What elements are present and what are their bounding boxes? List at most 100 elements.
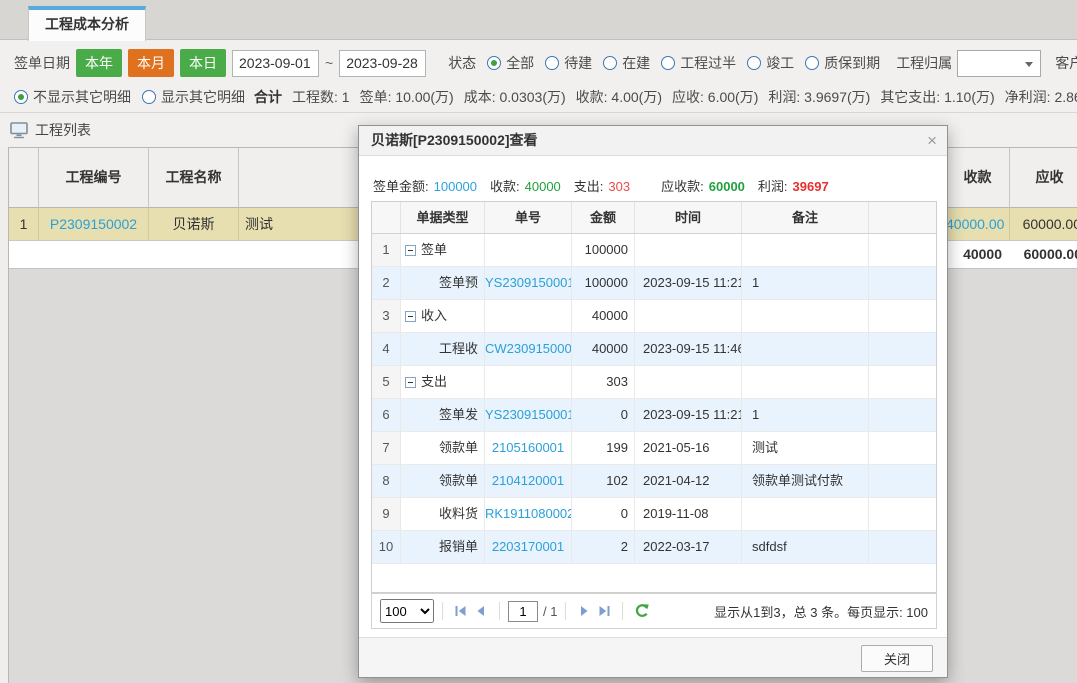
doc-number-link[interactable]: CW2309150001 bbox=[485, 333, 572, 365]
doc-row[interactable]: 3收入40000 bbox=[372, 300, 936, 333]
status-radio-group: 全部待建在建 工程过半 竣工质保到期 bbox=[476, 53, 880, 73]
radio-label: 全部 bbox=[506, 53, 534, 73]
doc-row[interactable]: 10报销单220317000122022-03-17sdfdsf bbox=[372, 531, 936, 564]
stat-label: 签单金额: bbox=[373, 179, 429, 194]
project-list-title: 工程列表 bbox=[35, 120, 91, 140]
radio-label: 显示其它明细 bbox=[161, 87, 245, 107]
total-label: 合计 bbox=[254, 87, 282, 107]
doc-row-index: 10 bbox=[372, 531, 401, 563]
doc-column-header-1[interactable]: 单据类型 bbox=[401, 202, 485, 233]
doc-row[interactable]: 2签单预YS23091500011000002023-09-15 11:211 bbox=[372, 267, 936, 300]
doc-type: 收入 bbox=[401, 300, 485, 332]
last-page-icon[interactable] bbox=[597, 604, 611, 618]
collapse-icon[interactable] bbox=[405, 245, 416, 256]
this-month-button[interactable]: 本月 bbox=[128, 49, 174, 77]
status-label: 状态 bbox=[448, 53, 476, 73]
doc-number-link[interactable]: YS2309150001 bbox=[485, 399, 572, 431]
doc-number-link[interactable]: 2203170001 bbox=[485, 531, 572, 563]
radio-label: 不显示其它明细 bbox=[33, 87, 131, 107]
page-size-select[interactable]: 100 bbox=[380, 599, 434, 623]
doc-row-index: 9 bbox=[372, 498, 401, 530]
first-page-icon[interactable] bbox=[454, 604, 468, 618]
doc-time bbox=[635, 300, 742, 332]
column-header-4[interactable]: 收款 bbox=[946, 148, 1010, 208]
doc-filler bbox=[869, 531, 937, 563]
project-name: 贝诺斯 bbox=[149, 208, 239, 241]
date-from-input[interactable] bbox=[232, 50, 319, 77]
doc-row[interactable]: 8领款单21041200011022021-04-12领款单测试付款 bbox=[372, 465, 936, 498]
project-view-dialog: 贝诺斯[P2309150002]查看 × 签单金额:100000收款:40000… bbox=[358, 125, 948, 678]
doc-row[interactable]: 9收料货RK191108000202019-11-08 bbox=[372, 498, 936, 531]
radio-icon bbox=[545, 56, 559, 70]
doc-number-link bbox=[485, 234, 572, 266]
dialog-stats: 签单金额:100000收款:40000支出:303应收款:60000利润:396… bbox=[373, 176, 933, 195]
status-radio-5[interactable]: 质保到期 bbox=[805, 53, 880, 73]
radio-icon bbox=[487, 56, 501, 70]
status-radio-0[interactable]: 全部 bbox=[487, 53, 534, 73]
doc-column-header-6[interactable] bbox=[869, 202, 937, 233]
today-button[interactable]: 本日 bbox=[180, 49, 226, 77]
radio-label: 工程过半 bbox=[680, 53, 736, 73]
doc-type-label: 签单预 bbox=[439, 275, 478, 290]
column-header-5[interactable]: 应收 bbox=[1010, 148, 1077, 208]
status-radio-1[interactable]: 待建 bbox=[545, 53, 592, 73]
status-radio-3[interactable]: 工程过半 bbox=[661, 53, 736, 73]
radio-icon bbox=[661, 56, 675, 70]
collapse-icon[interactable] bbox=[405, 377, 416, 388]
this-year-button[interactable]: 本年 bbox=[76, 49, 122, 77]
doc-column-header-5[interactable]: 备注 bbox=[742, 202, 869, 233]
doc-number-link[interactable]: YS2309150001 bbox=[485, 267, 572, 299]
next-page-icon[interactable] bbox=[577, 604, 591, 618]
project-owner-select[interactable] bbox=[957, 50, 1041, 77]
doc-column-header-0[interactable] bbox=[372, 202, 401, 233]
dialog-close-icon[interactable]: × bbox=[927, 126, 937, 155]
date-to-input[interactable] bbox=[339, 50, 426, 77]
doc-row[interactable]: 5支出303 bbox=[372, 366, 936, 399]
document-grid-header: 单据类型单号金额时间备注 bbox=[372, 202, 936, 234]
doc-number-link[interactable]: 2104120001 bbox=[485, 465, 572, 497]
doc-filler bbox=[869, 465, 937, 497]
doc-amount: 102 bbox=[572, 465, 635, 497]
pager-divider bbox=[565, 602, 566, 620]
refresh-icon[interactable] bbox=[634, 603, 650, 619]
doc-row[interactable]: 6签单发YS230915000102023-09-15 11:211 bbox=[372, 399, 936, 432]
doc-column-header-4[interactable]: 时间 bbox=[635, 202, 742, 233]
detail-radio-1[interactable]: 显示其它明细 bbox=[142, 87, 245, 107]
detail-radio-0[interactable]: 不显示其它明细 bbox=[14, 87, 131, 107]
doc-amount: 0 bbox=[572, 399, 635, 431]
received-amount: 40000.00 bbox=[946, 208, 1010, 241]
status-radio-4[interactable]: 竣工 bbox=[747, 53, 794, 73]
page-number-input[interactable] bbox=[508, 601, 538, 622]
column-header-1[interactable]: 工程编号 bbox=[39, 148, 149, 208]
radio-icon bbox=[805, 56, 819, 70]
doc-row[interactable]: 4工程收CW2309150001400002023-09-15 11:46 bbox=[372, 333, 936, 366]
project-code-link[interactable]: P2309150002 bbox=[39, 208, 149, 241]
dialog-title: 贝诺斯[P2309150002]查看 bbox=[371, 132, 538, 148]
doc-type: 签单预 bbox=[401, 267, 485, 299]
tab-project-cost-analysis[interactable]: 工程成本分析 bbox=[28, 6, 146, 41]
filter-row-1: 签单日期 本年本月本日 ~ 状态 全部待建在建工程过半竣工质保到期 工程归属 客… bbox=[14, 49, 1077, 77]
stat-value: 60000 bbox=[709, 179, 745, 194]
doc-row[interactable]: 1签单100000 bbox=[372, 234, 936, 267]
doc-number-link[interactable]: 2105160001 bbox=[485, 432, 572, 464]
prev-page-icon[interactable] bbox=[474, 604, 488, 618]
doc-amount: 40000 bbox=[572, 333, 635, 365]
pager-divider bbox=[499, 602, 500, 620]
column-header-0[interactable] bbox=[9, 148, 39, 208]
doc-column-header-2[interactable]: 单号 bbox=[485, 202, 572, 233]
close-button[interactable]: 关闭 bbox=[861, 645, 933, 672]
stat-label: 应收款: bbox=[661, 179, 704, 194]
collapse-icon[interactable] bbox=[405, 311, 416, 322]
doc-number-link[interactable]: RK1911080002 bbox=[485, 498, 572, 530]
status-radio-2[interactable]: 在建 bbox=[603, 53, 650, 73]
doc-type-label: 报销单 bbox=[439, 539, 478, 554]
radio-label: 竣工 bbox=[766, 53, 794, 73]
doc-note: 1 bbox=[742, 267, 869, 299]
stat-item: 签单金额:100000 bbox=[373, 179, 477, 194]
doc-note: sdfdsf bbox=[742, 531, 869, 563]
doc-row[interactable]: 7领款单21051600011992021-05-16测试 bbox=[372, 432, 936, 465]
doc-type: 收料货 bbox=[401, 498, 485, 530]
column-header-2[interactable]: 工程名称 bbox=[149, 148, 239, 208]
stat-label: 支出: bbox=[574, 179, 604, 194]
doc-column-header-3[interactable]: 金额 bbox=[572, 202, 635, 233]
